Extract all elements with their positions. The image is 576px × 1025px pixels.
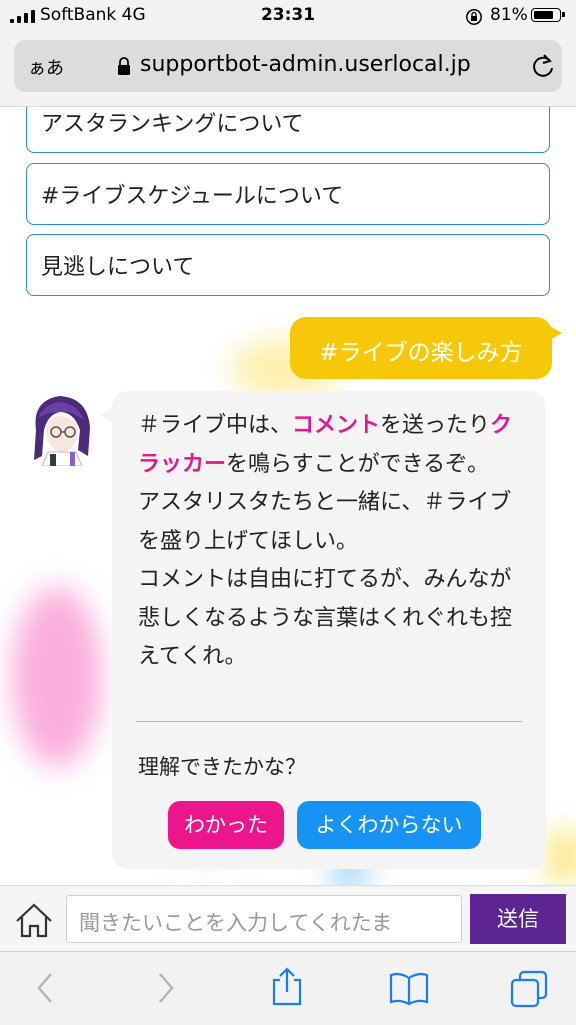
battery-icon — [531, 8, 565, 22]
bot-question: 理解できたかな？ — [138, 755, 306, 779]
message-input-placeholder: 聞きたいことを入力してくれたま — [79, 911, 393, 935]
chat-area[interactable]: アスタランキングについて #ライブスケジュールについて 見逃しについて #ライブ… — [0, 107, 576, 885]
send-button[interactable]: 送信 — [470, 894, 566, 944]
message-input[interactable]: 聞きたいことを入力してくれたま — [66, 895, 462, 943]
bot-message-text: ＃ライブ中は、コメントを送ったりクラッカーを鳴らすことができるぞ。 アスタリスタ… — [138, 407, 528, 677]
option-label: 見逃しについて — [41, 255, 195, 280]
forward-icon[interactable] — [155, 970, 177, 1006]
option-button-live-schedule[interactable]: #ライブスケジュールについて — [26, 163, 550, 225]
option-button-ranking[interactable]: アスタランキングについて — [26, 107, 550, 153]
bot-paragraph-2: アスタリスタたちと一緒に、＃ライブを盛り上げてほしい。 — [138, 490, 512, 554]
option-button-missed[interactable]: 見逃しについて — [26, 234, 550, 296]
highlight-comment: コメント — [292, 413, 381, 438]
background-splash — [545, 827, 576, 885]
not-understood-button[interactable]: よくわからない — [297, 801, 481, 849]
option-label: アスタランキングについて — [41, 112, 304, 137]
bot-paragraph-3: コメントは自由に打てるが、みんなが悲しくなるような言葉はくれぐれも控えてくれ。 — [138, 567, 513, 669]
bot-paragraph-1: ＃ライブ中は、コメントを送ったりクラッカーを鳴らすことができるぞ。 — [138, 413, 513, 477]
bookmarks-icon[interactable] — [388, 970, 430, 1006]
reload-icon[interactable] — [530, 52, 556, 80]
background-splash — [12, 587, 102, 767]
browser-address-area: ぁあ supportbot-admin.userlocal.jp — [0, 34, 576, 107]
bot-message-bubble: ＃ライブ中は、コメントを送ったりクラッカーを鳴らすことができるぞ。 アスタリスタ… — [100, 391, 546, 869]
tabs-icon[interactable] — [510, 970, 548, 1008]
address-bar[interactable]: ぁあ supportbot-admin.userlocal.jp — [14, 40, 562, 92]
lock-icon — [118, 57, 130, 75]
status-bar: SoftBank 4G 23:31 81% — [0, 0, 576, 34]
text-size-button[interactable]: ぁあ — [28, 54, 64, 80]
url-text[interactable]: supportbot-admin.userlocal.jp — [140, 52, 471, 77]
chat-input-bar: 聞きたいことを入力してくれたま 送信 — [0, 885, 576, 952]
back-icon[interactable] — [34, 970, 56, 1006]
battery-percent: 81% — [490, 5, 528, 25]
understood-button[interactable]: わかった — [168, 801, 284, 849]
divider — [136, 721, 522, 722]
option-label: #ライブスケジュールについて — [41, 184, 344, 209]
orientation-lock-icon — [466, 9, 482, 25]
user-message-text: #ライブの楽しみ方 — [319, 340, 523, 366]
browser-toolbar — [0, 951, 576, 1025]
bot-avatar — [34, 396, 90, 466]
user-message-bubble: #ライブの楽しみ方 — [290, 317, 562, 379]
home-icon[interactable] — [14, 901, 54, 939]
share-icon[interactable] — [270, 966, 304, 1008]
